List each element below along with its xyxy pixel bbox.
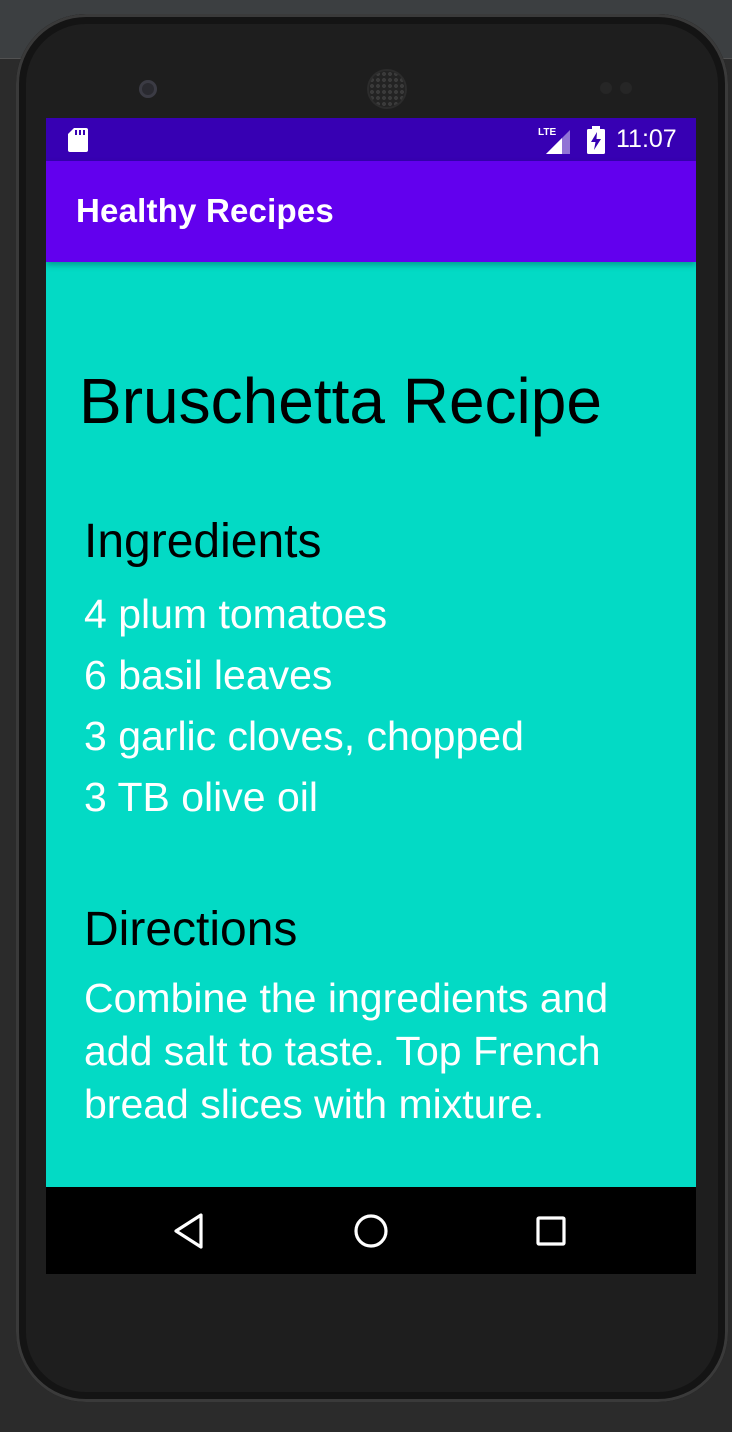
light-sensor-icon bbox=[620, 82, 632, 94]
battery-charging-icon bbox=[587, 126, 605, 154]
navigation-bar bbox=[46, 1187, 696, 1274]
status-clock: 11:07 bbox=[616, 125, 677, 153]
home-circle-icon[interactable] bbox=[349, 1209, 393, 1253]
proximity-sensor-icon bbox=[600, 82, 612, 94]
ingredient-list: 4 plum tomatoes 6 basil leaves 3 garlic … bbox=[84, 584, 524, 828]
back-triangle-icon[interactable] bbox=[168, 1209, 212, 1253]
directions-text: Combine the ingredients and add salt to … bbox=[84, 975, 609, 1127]
recents-square-icon[interactable] bbox=[529, 1209, 573, 1253]
sd-card-icon bbox=[68, 128, 88, 152]
ingredient-item: 4 plum tomatoes bbox=[84, 591, 388, 637]
ingredient-item: 3 garlic cloves, chopped bbox=[84, 713, 524, 759]
status-bar: LTE 11:07 bbox=[46, 118, 696, 161]
recipe-title: Bruschetta Recipe bbox=[79, 365, 602, 437]
app-title: Healthy Recipes bbox=[76, 192, 334, 229]
earpiece-speaker-icon bbox=[369, 71, 405, 107]
ingredient-item: 6 basil leaves bbox=[84, 652, 333, 698]
app-bar: Healthy Recipes bbox=[46, 161, 696, 262]
ingredient-item: 3 TB olive oil bbox=[84, 774, 318, 820]
ingredients-heading: Ingredients bbox=[84, 515, 322, 568]
recipe-content[interactable]: Bruschetta Recipe Ingredients 4 plum tom… bbox=[46, 262, 696, 1187]
directions-heading: Directions bbox=[84, 903, 298, 956]
front-camera-icon bbox=[139, 80, 157, 98]
lte-label: LTE bbox=[538, 127, 556, 138]
ide-code-gutter bbox=[0, 220, 12, 780]
lte-signal-icon: LTE bbox=[538, 127, 570, 154]
device-screen: LTE 11:07 Healthy Recipes Bruschetta Rec… bbox=[46, 118, 696, 1274]
